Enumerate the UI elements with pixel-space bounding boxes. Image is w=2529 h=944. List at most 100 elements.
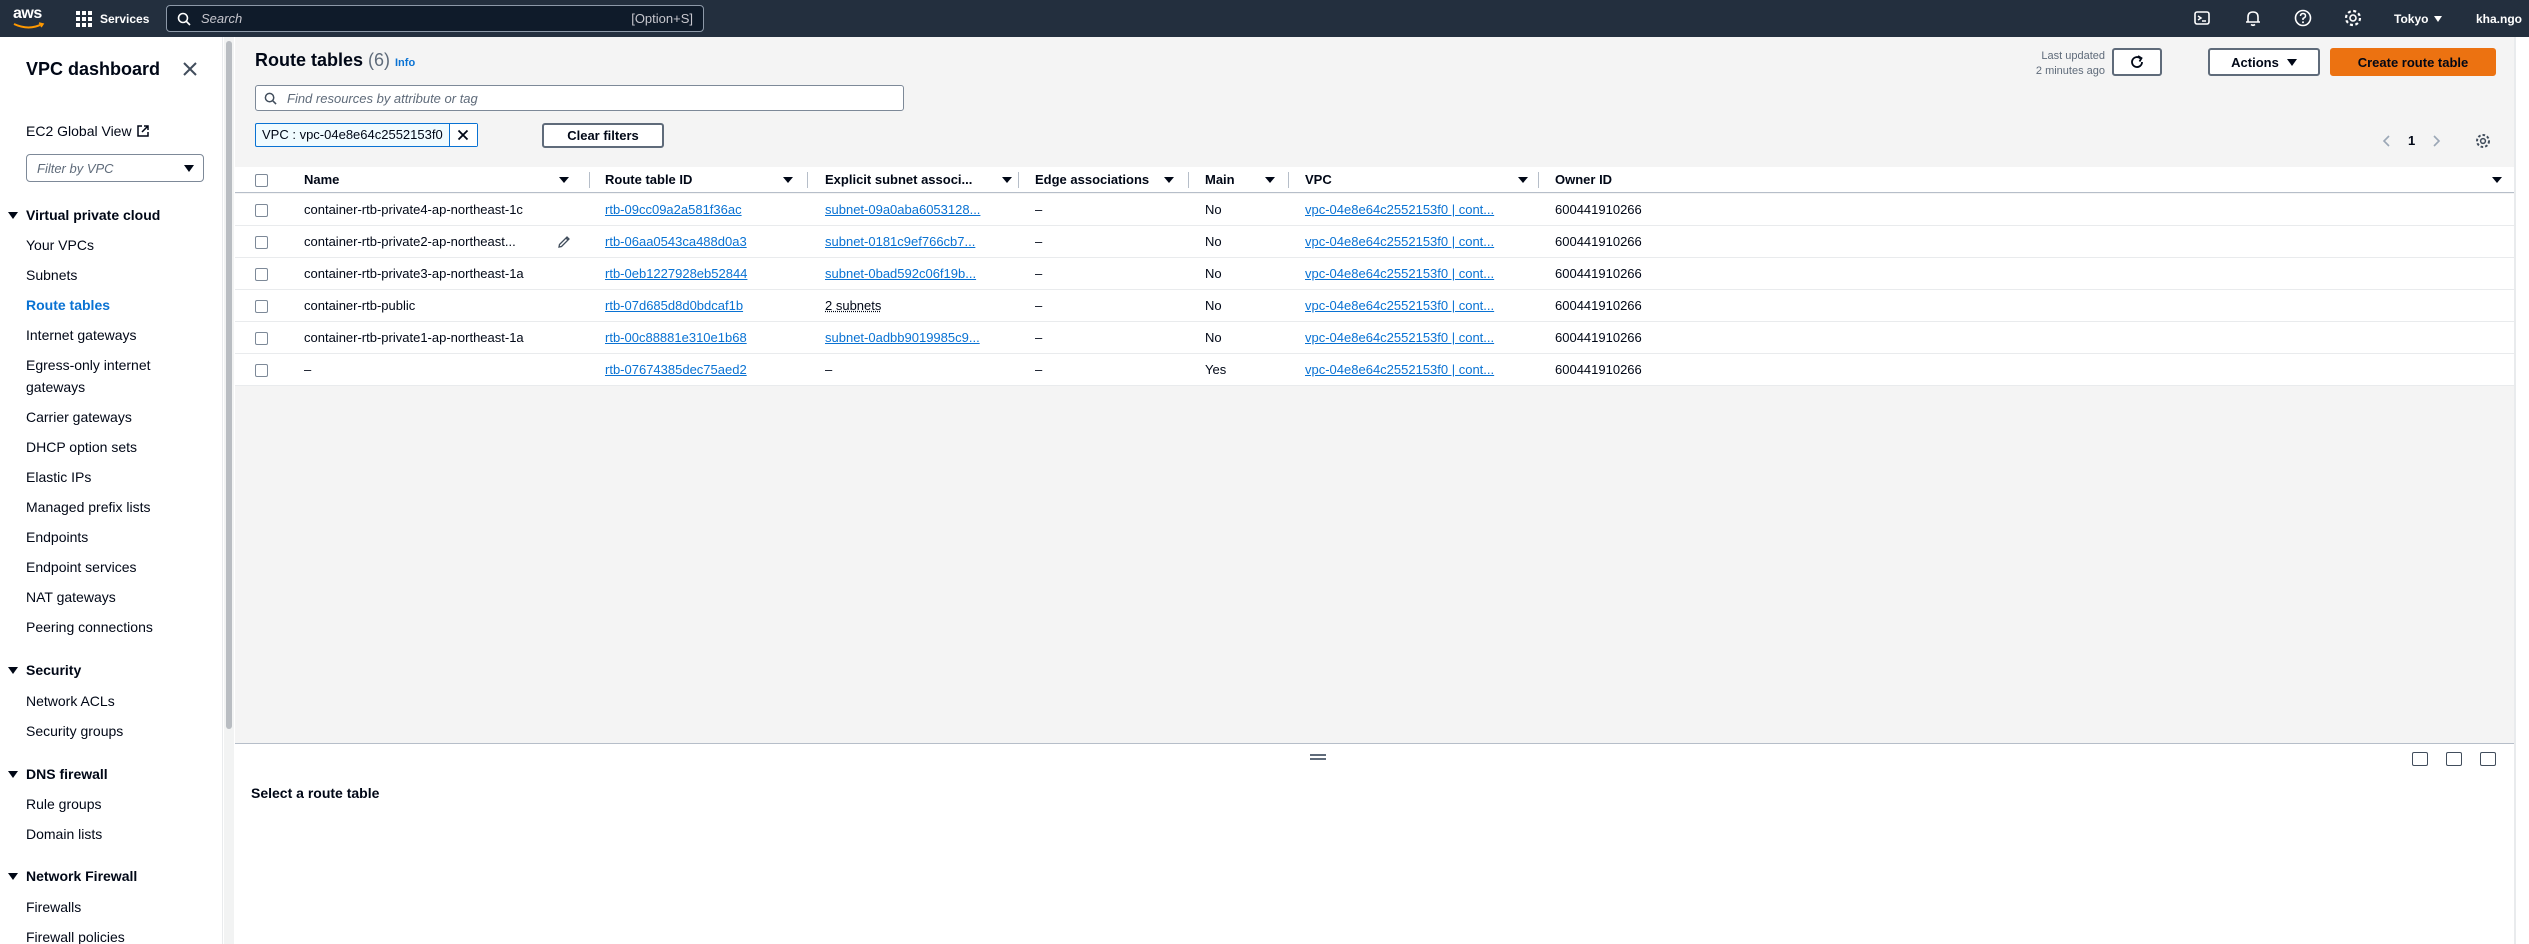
table-row[interactable]: container-rtb-public rtb-07d685d8d0bdcaf… xyxy=(235,290,2515,322)
cell-route-table-id[interactable]: rtb-00c88881e310e1b68 xyxy=(605,322,805,354)
search-input[interactable] xyxy=(191,11,632,26)
split-panel-side-icon[interactable] xyxy=(2446,752,2462,766)
cell-vpc[interactable]: vpc-04e8e64c2552153f0 | cont... xyxy=(1305,290,1535,322)
cell-vpc[interactable]: vpc-04e8e64c2552153f0 | cont... xyxy=(1305,226,1535,258)
column-header-route-table-id[interactable]: Route table ID xyxy=(605,167,793,193)
column-header-vpc[interactable]: VPC xyxy=(1305,167,1528,193)
notifications-bell-icon[interactable] xyxy=(2243,8,2263,28)
cell-explicit-subnet[interactable]: subnet-09a0aba6053128... xyxy=(825,194,1015,226)
sidebar-item-elastic-ips[interactable]: Elastic IPs xyxy=(26,467,91,487)
info-link[interactable]: Info xyxy=(395,57,415,69)
help-icon[interactable] xyxy=(2293,8,2313,28)
refresh-button[interactable] xyxy=(2112,48,2162,76)
sort-icon[interactable] xyxy=(1265,177,1275,183)
cell-vpc[interactable]: vpc-04e8e64c2552153f0 | cont... xyxy=(1305,354,1535,386)
sidebar-item-managed-prefix-lists[interactable]: Managed prefix lists xyxy=(26,497,151,517)
section-dns-firewall[interactable]: DNS firewall xyxy=(8,764,108,784)
column-header-explicit-subnet[interactable]: Explicit subnet associ... xyxy=(825,167,1012,193)
cell-vpc[interactable]: vpc-04e8e64c2552153f0 | cont... xyxy=(1305,258,1535,290)
scrollbar-thumb[interactable] xyxy=(226,41,232,729)
cloudshell-icon[interactable] xyxy=(2192,8,2212,28)
sidebar-item-endpoints[interactable]: Endpoints xyxy=(26,527,88,547)
sidebar-item-endpoint-services[interactable]: Endpoint services xyxy=(26,557,137,577)
cell-route-table-id[interactable]: rtb-07d685d8d0bdcaf1b xyxy=(605,290,805,322)
cell-route-table-id[interactable]: rtb-09cc09a2a581f36ac xyxy=(605,194,805,226)
table-row[interactable]: container-rtb-private1-ap-northeast-1a r… xyxy=(235,322,2515,354)
sidebar-item-subnets[interactable]: Subnets xyxy=(26,265,77,285)
split-panel-full-icon[interactable] xyxy=(2480,752,2496,766)
filter-input[interactable] xyxy=(277,90,903,106)
cell-explicit-subnet[interactable]: subnet-0181c9ef766cb7... xyxy=(825,226,1015,258)
current-page[interactable]: 1 xyxy=(2408,133,2415,148)
sidebar-item-network-acls[interactable]: Network ACLs xyxy=(26,691,115,711)
section-virtual-private-cloud[interactable]: Virtual private cloud xyxy=(8,205,160,225)
region-selector[interactable]: Tokyo xyxy=(2394,0,2443,37)
row-checkbox[interactable] xyxy=(255,204,268,217)
create-route-table-button[interactable]: Create route table xyxy=(2330,48,2496,76)
sort-icon[interactable] xyxy=(1518,177,1528,183)
row-checkbox[interactable] xyxy=(255,236,268,249)
cell-explicit-subnet[interactable]: 2 subnets xyxy=(825,290,1015,322)
row-checkbox[interactable] xyxy=(255,332,268,345)
cell-route-table-id[interactable]: rtb-0eb1227928eb52844 xyxy=(605,258,805,290)
property-filter[interactable] xyxy=(255,85,904,111)
global-search[interactable]: [Option+S] xyxy=(166,5,704,32)
sort-icon[interactable] xyxy=(559,177,569,183)
sidebar-item-egress-only-internet-gateways-line2[interactable]: gateways xyxy=(26,377,85,397)
aws-logo[interactable]: aws xyxy=(10,3,48,33)
sidebar-item-route-tables[interactable]: Route tables xyxy=(26,295,110,315)
column-header-edge-associations[interactable]: Edge associations xyxy=(1035,167,1174,193)
cell-explicit-subnet[interactable]: subnet-0bad592c06f19b... xyxy=(825,258,1015,290)
column-divider[interactable] xyxy=(1288,172,1289,188)
clear-filters-button[interactable]: Clear filters xyxy=(542,123,664,148)
split-panel-bottom-icon[interactable] xyxy=(2412,752,2428,766)
chevron-left-icon[interactable] xyxy=(2380,134,2394,148)
edit-pencil-icon[interactable] xyxy=(556,234,572,250)
sidebar-item-firewall-policies[interactable]: Firewall policies xyxy=(26,927,125,944)
sidebar-item-your-vpcs[interactable]: Your VPCs xyxy=(26,235,94,255)
column-divider[interactable] xyxy=(1018,172,1019,188)
cell-route-table-id[interactable]: rtb-06aa0543ca488d0a3 xyxy=(605,226,805,258)
column-divider[interactable] xyxy=(1538,172,1539,188)
column-divider[interactable] xyxy=(807,172,808,188)
close-icon[interactable] xyxy=(180,59,200,79)
row-checkbox[interactable] xyxy=(255,268,268,281)
remove-filter-button[interactable] xyxy=(448,124,477,146)
sidebar-scrollbar[interactable] xyxy=(224,37,234,944)
actions-button[interactable]: Actions xyxy=(2208,48,2320,76)
section-security[interactable]: Security xyxy=(8,660,81,680)
column-header-owner-id[interactable]: Owner ID xyxy=(1555,167,2502,193)
sidebar-item-firewalls[interactable]: Firewalls xyxy=(26,897,81,917)
chevron-right-icon[interactable] xyxy=(2429,134,2443,148)
services-menu[interactable]: Services xyxy=(76,0,149,37)
sort-icon[interactable] xyxy=(1164,177,1174,183)
cell-vpc[interactable]: vpc-04e8e64c2552153f0 | cont... xyxy=(1305,322,1535,354)
cell-vpc[interactable]: vpc-04e8e64c2552153f0 | cont... xyxy=(1305,194,1535,226)
row-checkbox[interactable] xyxy=(255,300,268,313)
cell-route-table-id[interactable]: rtb-07674385dec75aed2 xyxy=(605,354,805,386)
vpc-filter-select[interactable]: Filter by VPC xyxy=(26,154,204,182)
cell-explicit-subnet[interactable]: subnet-0adbb9019985c9... xyxy=(825,322,1015,354)
account-menu[interactable]: kha.ngo xyxy=(2476,0,2522,37)
split-panel-resize-handle[interactable] xyxy=(1310,754,1326,760)
column-header-name[interactable]: Name xyxy=(304,167,569,193)
sort-icon[interactable] xyxy=(1002,177,1012,183)
column-divider[interactable] xyxy=(589,172,590,188)
column-header-main[interactable]: Main xyxy=(1205,167,1275,193)
table-row[interactable]: container-rtb-private4-ap-northeast-1c r… xyxy=(235,194,2515,226)
sidebar-title[interactable]: VPC dashboard xyxy=(26,59,160,80)
sidebar-item-nat-gateways[interactable]: NAT gateways xyxy=(26,587,116,607)
sidebar-item-dhcp-option-sets[interactable]: DHCP option sets xyxy=(26,437,137,457)
table-row[interactable]: container-rtb-private3-ap-northeast-1a r… xyxy=(235,258,2515,290)
row-checkbox[interactable] xyxy=(255,364,268,377)
sidebar-item-internet-gateways[interactable]: Internet gateways xyxy=(26,325,137,345)
section-network-firewall[interactable]: Network Firewall xyxy=(8,866,137,886)
select-all-checkbox[interactable] xyxy=(255,174,268,187)
sidebar-item-ec2-global-view[interactable]: EC2 Global View xyxy=(26,121,150,141)
sidebar-item-carrier-gateways[interactable]: Carrier gateways xyxy=(26,407,132,427)
sort-icon[interactable] xyxy=(2492,177,2502,183)
sidebar-item-domain-lists[interactable]: Domain lists xyxy=(26,824,102,844)
sidebar-item-rule-groups[interactable]: Rule groups xyxy=(26,794,102,814)
sort-icon[interactable] xyxy=(783,177,793,183)
sidebar-item-peering-connections[interactable]: Peering connections xyxy=(26,617,153,637)
